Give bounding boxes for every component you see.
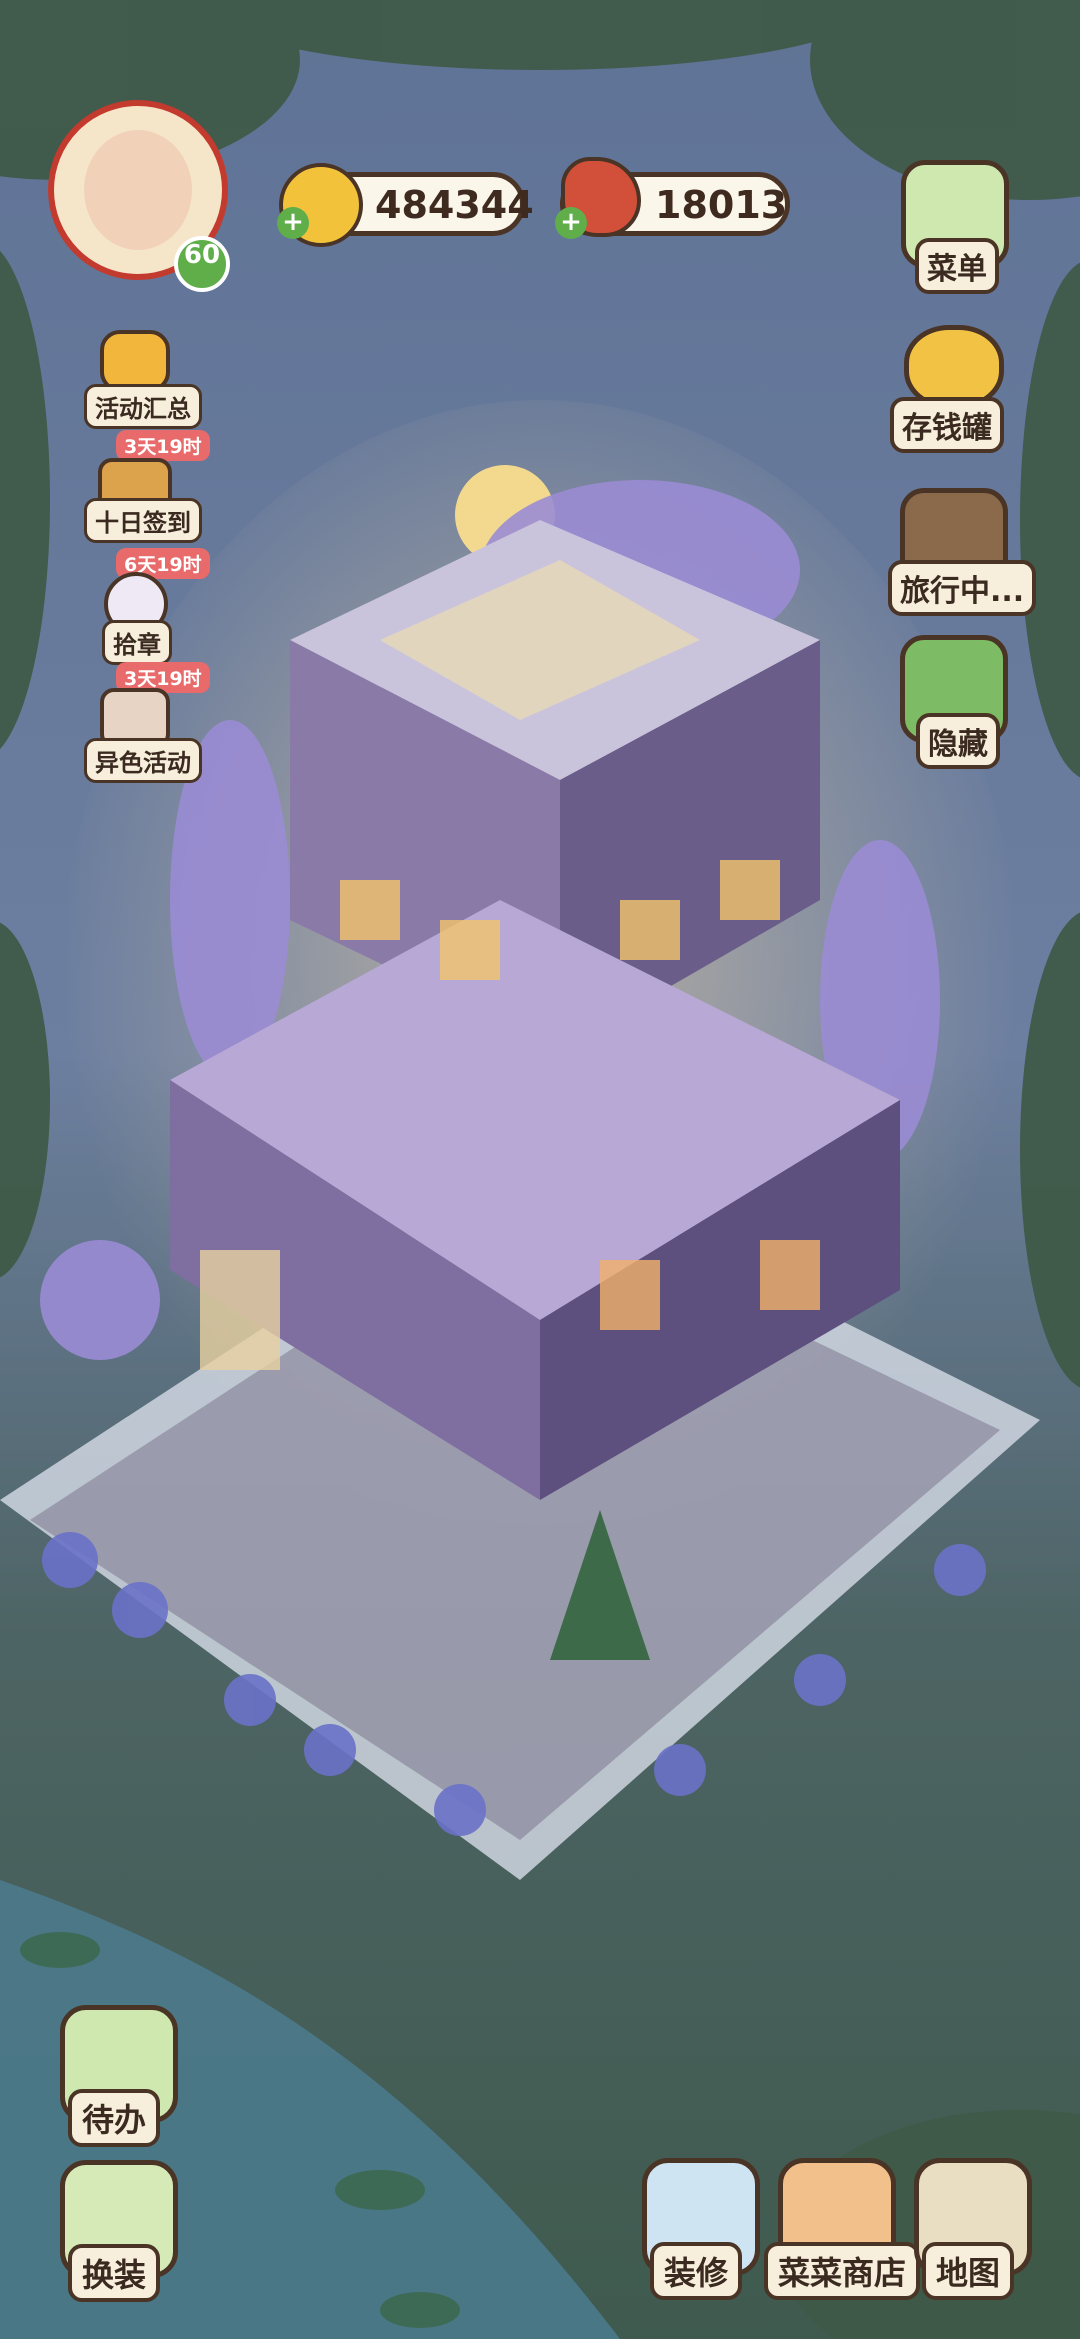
- todo-button[interactable]: 待办: [54, 2005, 184, 2147]
- badge-event-label: 拾章: [102, 620, 172, 665]
- coin-value: 484344: [375, 183, 534, 227]
- food-counter[interactable]: + 18013: [555, 157, 790, 239]
- menu-label: 菜单: [915, 238, 999, 294]
- shop-label: 菜菜商店: [764, 2242, 921, 2300]
- hide-ui-button[interactable]: 隐藏: [890, 635, 1020, 769]
- todo-label: 待办: [68, 2089, 161, 2147]
- add-coin-icon[interactable]: +: [277, 207, 309, 239]
- level-badge: 60: [174, 236, 230, 292]
- checkin-timer-badge: 3天19时: [116, 430, 210, 461]
- event-summary-button[interactable]: 活动汇总: [84, 330, 202, 429]
- checkin-label: 十日签到: [84, 498, 202, 543]
- food-value: 18013: [655, 183, 788, 227]
- level-text: 60: [183, 240, 221, 270]
- add-food-icon[interactable]: +: [555, 207, 587, 239]
- event-summary-label: 活动汇总: [84, 384, 202, 429]
- special-event-label: 异色活动: [84, 738, 202, 783]
- character-portrait-icon: [84, 130, 192, 250]
- ten-day-checkin-button[interactable]: 3天19时 十日签到: [84, 430, 210, 543]
- traveling-label: 旅行中...: [888, 560, 1037, 616]
- decorate-label: 装修: [650, 2242, 743, 2300]
- outfit-button[interactable]: 换装: [54, 2160, 184, 2302]
- player-avatar[interactable]: 60: [48, 100, 230, 292]
- special-color-event-button[interactable]: 3天19时 异色活动: [84, 662, 210, 783]
- menu-button[interactable]: 菜单: [895, 160, 1015, 300]
- fruit-basket-icon: [100, 330, 170, 392]
- traveling-button[interactable]: 旅行中...: [888, 488, 1037, 618]
- hide-label: 隐藏: [916, 713, 1000, 769]
- map-label: 地图: [922, 2242, 1015, 2300]
- piggy-bank-button[interactable]: 存钱罐: [890, 325, 1020, 455]
- coin-counter[interactable]: + 484344: [277, 163, 534, 247]
- decorate-button[interactable]: 装修: [636, 2158, 766, 2300]
- badge-event-button[interactable]: 6天19时 拾章: [86, 548, 210, 665]
- map-button[interactable]: 地图: [908, 2158, 1038, 2300]
- outfit-label: 换装: [68, 2244, 161, 2302]
- shop-button[interactable]: 菜菜商店: [764, 2158, 921, 2300]
- piggy-bank-label: 存钱罐: [890, 397, 1004, 453]
